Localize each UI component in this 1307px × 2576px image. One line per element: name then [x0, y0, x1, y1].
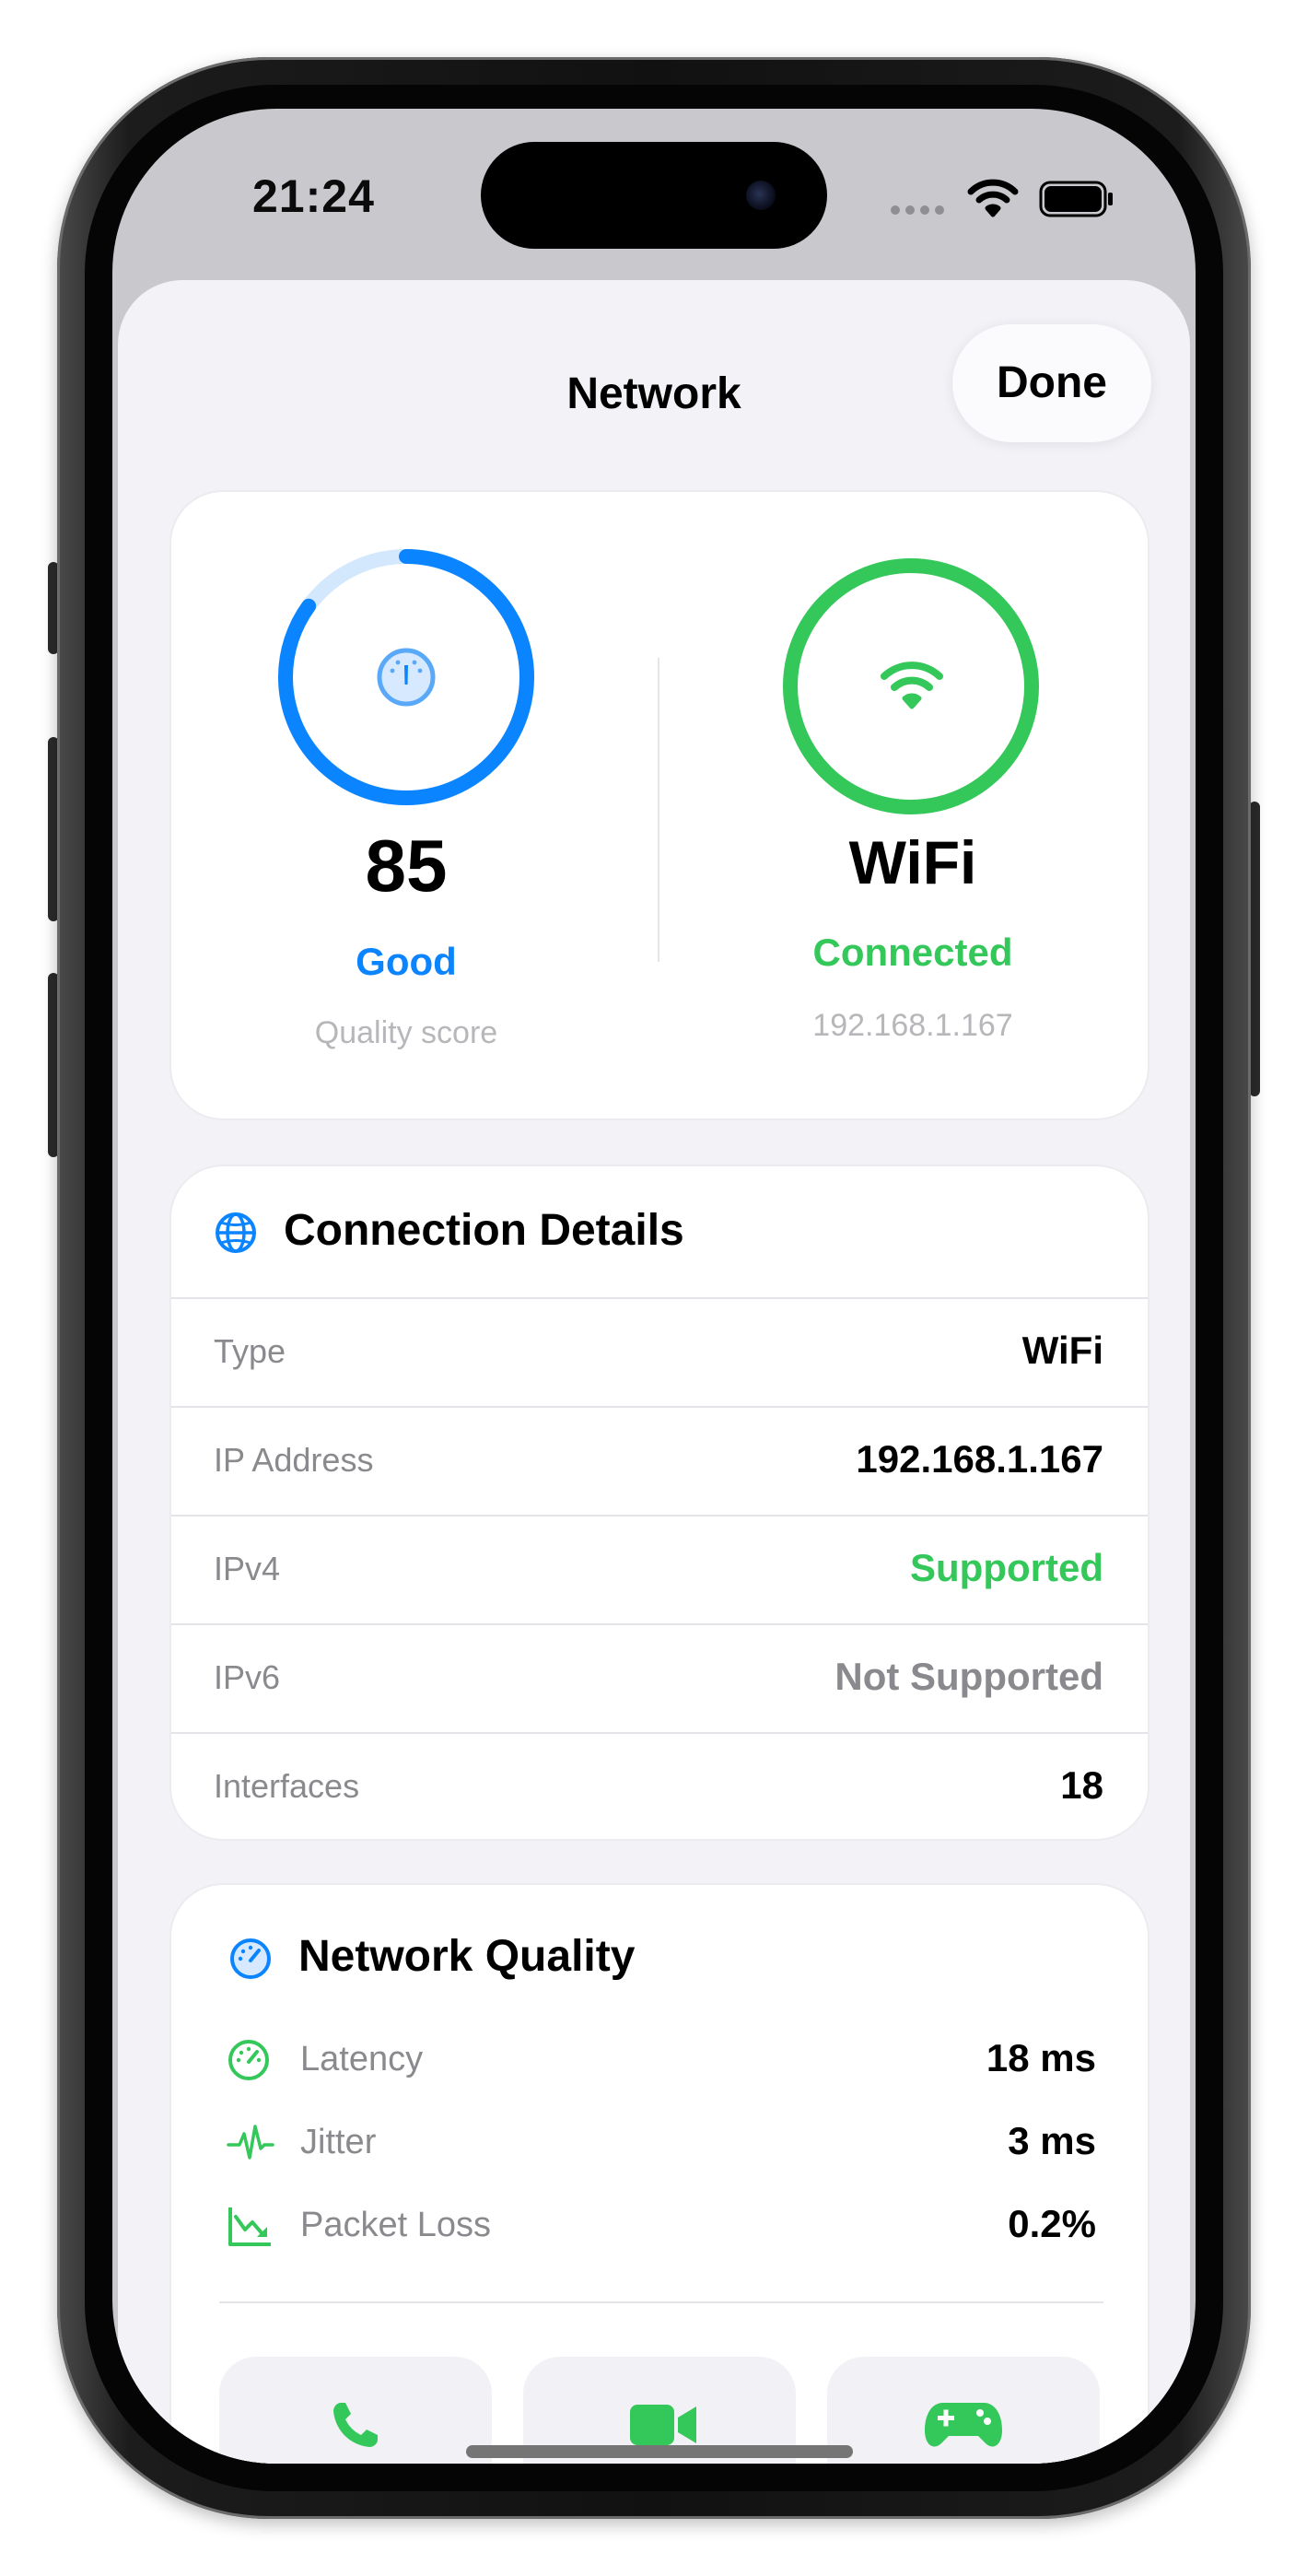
- metric-value: 18 ms: [986, 2036, 1096, 2079]
- metric-row-packet-loss: Packet Loss 0.2%: [171, 2202, 1148, 2259]
- quality-rating: Good: [356, 940, 457, 983]
- detail-label: Interfaces: [214, 1767, 360, 1805]
- detail-label: IPv6: [214, 1658, 281, 1696]
- summary-divider: [658, 658, 659, 962]
- speedometer-icon: [228, 2040, 269, 2080]
- detail-value: WiFi: [1021, 1329, 1103, 1372]
- wifi-icon: [881, 662, 943, 709]
- video-icon: [630, 2405, 696, 2445]
- screen: 21:24 Network Done 85 Good Quality score…: [112, 109, 1196, 2464]
- detail-row-ipv4: IPv4 Supported: [171, 1515, 1148, 1625]
- quality-divider: [219, 2301, 1103, 2303]
- waveform-icon: [227, 2125, 274, 2160]
- detail-value: Supported: [910, 1546, 1103, 1589]
- cellular-signal-icon: [891, 205, 944, 215]
- detail-value: 192.168.1.167: [856, 1437, 1103, 1481]
- quality-caption: Quality score: [314, 1015, 498, 1050]
- network-quality-title: Network Quality: [298, 1932, 636, 1981]
- metric-value: 3 ms: [1008, 2119, 1096, 2162]
- network-quality-card: Network Quality Latency 18 ms Jitter 3 m…: [171, 1885, 1148, 2464]
- detail-value: 18: [1060, 1763, 1103, 1807]
- detail-row-ipv6: IPv6 Not Supported: [171, 1623, 1148, 1734]
- metric-row-latency: Latency 18 ms: [171, 2036, 1148, 2093]
- gauge-icon: [377, 648, 436, 707]
- connection-details-card: Connection Details Type WiFi IP Address …: [171, 1166, 1148, 1839]
- connection-type: WiFi: [848, 828, 977, 896]
- gaming-tile[interactable]: [827, 2357, 1100, 2464]
- detail-row-type: Type WiFi: [171, 1297, 1148, 1408]
- detail-value: Not Supported: [834, 1655, 1103, 1698]
- speedometer-icon: [230, 1938, 271, 1979]
- detail-label: IPv4: [214, 1550, 281, 1587]
- battery-icon: [1039, 181, 1113, 217]
- phone-icon: [333, 2403, 378, 2447]
- summary-card: 85 Good Quality score WiFi Connected 192…: [171, 492, 1148, 1118]
- detail-label: Type: [214, 1332, 286, 1370]
- connection-status: Connected: [812, 931, 1013, 974]
- connection-ip: 192.168.1.167: [812, 1008, 1013, 1043]
- home-indicator[interactable]: [466, 2445, 853, 2458]
- detail-row-interfaces: Interfaces 18: [171, 1732, 1148, 1843]
- connection-details-title: Connection Details: [284, 1206, 684, 1255]
- wifi-status-icon: [967, 179, 1019, 217]
- metric-label: Packet Loss: [300, 2206, 491, 2244]
- metric-label: Latency: [300, 2040, 424, 2078]
- globe-icon: [216, 1212, 256, 1253]
- call-tile[interactable]: [219, 2357, 492, 2464]
- status-time: 21:24: [252, 170, 375, 222]
- detail-label: IP Address: [214, 1441, 374, 1479]
- metric-label: Jitter: [300, 2123, 377, 2161]
- camera-icon: [746, 181, 776, 210]
- detail-row-ip-address: IP Address 192.168.1.167: [171, 1406, 1148, 1516]
- metric-value: 0.2%: [1008, 2202, 1096, 2245]
- done-button[interactable]: Done: [952, 324, 1151, 442]
- quality-score-value: 85: [365, 825, 448, 907]
- gamecontroller-icon: [925, 2403, 1002, 2447]
- metric-row-jitter: Jitter 3 ms: [171, 2119, 1148, 2176]
- chart-down-icon: [228, 2207, 271, 2246]
- network-sheet: Network Done 85 Good Quality score WiFi …: [118, 280, 1190, 2464]
